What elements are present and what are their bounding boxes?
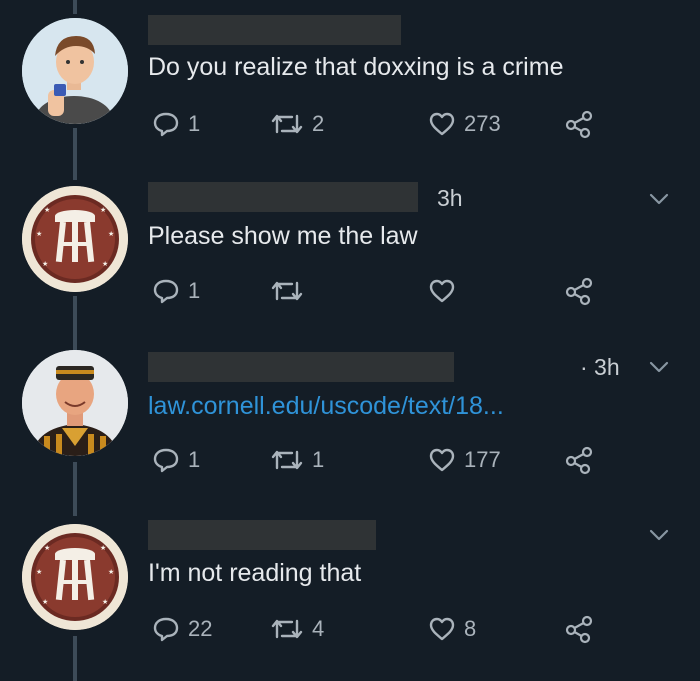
retweet-icon [271, 114, 303, 134]
retweet-button[interactable]: 2 [270, 106, 324, 142]
redacted-username [148, 15, 401, 45]
tweet-text: Do you realize that doxxing is a crime [148, 53, 564, 81]
retweet-button[interactable]: 4 [270, 611, 324, 647]
chevron-down-icon[interactable] [648, 360, 670, 374]
reply-button[interactable]: 1 [152, 442, 200, 478]
share-button[interactable] [564, 611, 594, 647]
reply-icon [153, 279, 179, 304]
retweet-icon [271, 619, 303, 639]
svg-text:★: ★ [100, 206, 106, 214]
heart-icon [429, 279, 455, 303]
tweet[interactable]: ★ ★ ★ ★ ★ ★ I'm not reading that 22 4 8 [0, 510, 700, 681]
redacted-username [148, 520, 376, 550]
tweet-actions: 1 2 273 [148, 106, 608, 142]
tweet-actions: 1 [148, 273, 608, 309]
tweet-time: 3h [437, 185, 463, 211]
reply-button[interactable]: 1 [152, 106, 200, 142]
svg-text:★: ★ [36, 568, 42, 576]
reply-icon [153, 448, 179, 473]
tweet-actions: 22 4 8 [148, 611, 608, 647]
share-button[interactable] [564, 442, 594, 478]
svg-text:★: ★ [42, 598, 48, 606]
svg-text:★: ★ [42, 260, 48, 268]
retweet-count: 2 [312, 111, 325, 136]
svg-text:★: ★ [102, 598, 108, 606]
svg-text:★: ★ [102, 260, 108, 268]
tweet[interactable]: Do you realize that doxxing is a crime 1… [0, 0, 700, 170]
heart-icon [429, 112, 455, 136]
tweet-actions: 1 1 177 [148, 442, 608, 478]
svg-text:★: ★ [44, 206, 50, 214]
chevron-down-icon[interactable] [648, 528, 670, 542]
svg-text:★: ★ [108, 568, 114, 576]
avatar[interactable]: ★ ★ ★ ★ ★ ★ [22, 186, 128, 292]
tweet[interactable]: · 3h law.cornell.edu/uscode/text/18... 1… [0, 340, 700, 510]
share-icon [565, 110, 593, 139]
redacted-username [148, 352, 454, 382]
svg-text:★: ★ [36, 230, 42, 238]
tweet-time: · 3h [580, 354, 620, 380]
svg-text:★: ★ [108, 230, 114, 238]
svg-text:★: ★ [100, 544, 106, 552]
share-button[interactable] [564, 273, 594, 309]
like-button[interactable]: 273 [428, 106, 501, 142]
like-button[interactable] [428, 273, 464, 309]
tweet-text: Please show me the law [148, 222, 418, 250]
heart-icon [429, 448, 455, 472]
reply-count: 1 [188, 111, 201, 136]
avatar[interactable] [22, 18, 128, 124]
share-icon [565, 277, 593, 306]
retweet-button[interactable] [270, 273, 312, 309]
retweet-button[interactable]: 1 [270, 442, 324, 478]
reply-count: 1 [188, 278, 201, 303]
reply-count: 1 [188, 447, 201, 472]
tweet-link[interactable]: law.cornell.edu/uscode/text/18... [148, 392, 504, 421]
reply-count: 22 [188, 616, 213, 641]
tweet-text: I'm not reading that [148, 559, 362, 587]
reply-button[interactable]: 1 [152, 273, 200, 309]
retweet-count: 4 [312, 616, 325, 641]
share-icon [565, 446, 593, 475]
redacted-username [148, 182, 418, 212]
share-button[interactable] [564, 106, 594, 142]
chevron-down-icon[interactable] [648, 192, 670, 206]
tweet[interactable]: ★ ★ ★ ★ ★ ★ 3h Please show me the law 1 [0, 170, 700, 340]
like-button[interactable]: 177 [428, 442, 501, 478]
retweet-icon [271, 450, 303, 470]
avatar[interactable] [22, 350, 128, 456]
reply-button[interactable]: 22 [152, 611, 212, 647]
heart-icon [429, 617, 455, 641]
retweet-count: 1 [312, 447, 325, 472]
like-count: 8 [464, 616, 477, 641]
share-icon [565, 615, 593, 644]
like-button[interactable]: 8 [428, 611, 476, 647]
like-count: 273 [464, 111, 501, 136]
like-count: 177 [464, 447, 501, 472]
reply-icon [153, 617, 179, 642]
retweet-icon [271, 281, 303, 301]
svg-text:★: ★ [44, 544, 50, 552]
avatar[interactable]: ★ ★ ★ ★ ★ ★ [22, 524, 128, 630]
reply-icon [153, 112, 179, 137]
